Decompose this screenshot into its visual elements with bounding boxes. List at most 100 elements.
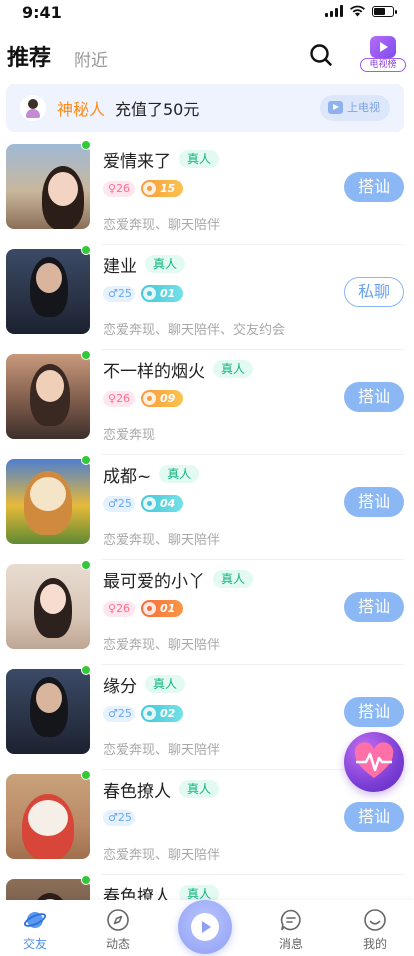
user-badges: ♂25 04 (103, 495, 183, 512)
top-header: 推荐 附近 电视榜 (0, 34, 414, 78)
level-badge: 02 (141, 705, 183, 722)
user-avatar[interactable] (6, 354, 90, 439)
user-age: 26 (116, 181, 131, 195)
user-name-row: 最可爱的小丫 真人 (103, 568, 254, 592)
search-icon[interactable] (308, 42, 334, 68)
tv-icon (370, 36, 396, 58)
user-age: 26 (116, 391, 131, 405)
smile-icon (364, 909, 386, 931)
status-bar: 9:41 (0, 0, 414, 28)
greet-button[interactable]: 搭讪 (344, 802, 404, 832)
go-on-tv-button[interactable]: 上电视 (320, 95, 390, 121)
nav-item-friends[interactable]: 交友 (5, 908, 65, 952)
user-interest-tags: 恋爱奔现、聊天陪伴 (103, 848, 221, 863)
user-list: 爱情来了 真人 ♀26 15 恋爱奔现、聊天陪伴 搭讪 建业 真人 ♂25 01 恋爱奔现、聊天陪伴… (0, 140, 414, 956)
user-avatar[interactable] (6, 144, 90, 229)
male-icon: ♂ (108, 811, 118, 824)
user-list-item[interactable]: 建业 真人 ♂25 01 恋爱奔现、聊天陪伴、交友约会 私聊 (0, 245, 414, 350)
status-time: 9:41 (22, 3, 62, 22)
greet-button[interactable]: 搭讪 (344, 487, 404, 517)
male-age-badge: ♂25 (103, 810, 135, 826)
greet-button[interactable]: 搭讪 (344, 697, 404, 727)
online-indicator (81, 875, 91, 885)
level-value: 09 (160, 392, 176, 405)
user-name: 建业 (103, 256, 137, 277)
user-badges: ♂25 02 (103, 705, 183, 722)
user-age: 25 (117, 286, 132, 300)
user-name: 缘分 (103, 676, 137, 697)
user-name-row: 爱情来了 真人 (103, 148, 220, 172)
private-chat-button[interactable]: 私聊 (344, 277, 404, 307)
tab-recommend[interactable]: 推荐 (7, 40, 51, 72)
user-age: 26 (116, 601, 131, 615)
male-icon: ♂ (108, 496, 118, 510)
user-avatar[interactable] (6, 459, 90, 544)
user-interest-tags: 恋爱奔现、聊天陪伴 (103, 743, 221, 758)
female-icon: ♀ (108, 391, 117, 405)
user-name: 爱情来了 (103, 151, 171, 172)
online-indicator (81, 245, 91, 255)
heart-float-button[interactable] (344, 732, 404, 792)
center-play-button[interactable] (178, 900, 232, 954)
tv-ranking-label: 电视榜 (360, 58, 406, 72)
level-badge: 04 (141, 495, 183, 512)
wifi-icon (350, 5, 365, 17)
user-name: 最可爱的小丫 (103, 571, 205, 592)
level-value: 01 (160, 602, 176, 615)
user-name: 成都~ (103, 466, 152, 487)
online-indicator (81, 350, 91, 360)
verified-real-badge: 真人 (213, 570, 254, 588)
user-badges: ♀26 15 (103, 180, 183, 197)
user-avatar[interactable] (6, 564, 90, 649)
level-value: 15 (160, 182, 176, 195)
greet-button[interactable]: 搭讪 (344, 172, 404, 202)
nav-label-friends: 交友 (22, 937, 47, 951)
female-icon: ♀ (108, 601, 117, 615)
planet-icon (23, 912, 47, 928)
female-age-badge: ♀26 (103, 180, 135, 197)
online-indicator (81, 140, 91, 150)
level-badge: 01 (141, 285, 183, 302)
female-age-badge: ♀26 (103, 390, 135, 407)
level-badge: 01 (141, 600, 183, 617)
greet-button[interactable]: 搭讪 (344, 382, 404, 412)
user-interest-tags: 恋爱奔现、聊天陪伴 (103, 638, 221, 653)
online-indicator (81, 665, 91, 675)
user-avatar[interactable] (6, 249, 90, 334)
male-icon: ♂ (108, 706, 118, 720)
tab-nearby[interactable]: 附近 (74, 46, 108, 71)
user-list-item[interactable]: 春色撩人 真人 ♂25 恋爱奔现、聊天陪伴 搭讪 (0, 770, 414, 875)
user-interest-tags: 恋爱奔现、聊天陪伴 (103, 533, 221, 548)
male-age-badge: ♂25 (103, 705, 135, 722)
user-name: 不一样的烟火 (103, 361, 205, 382)
cellular-signal-icon (325, 5, 343, 17)
user-list-item[interactable]: 爱情来了 真人 ♀26 15 恋爱奔现、聊天陪伴 搭讪 (0, 140, 414, 245)
tv-ranking-button[interactable]: 电视榜 (360, 36, 406, 76)
user-age: 25 (117, 811, 132, 824)
verified-real-badge: 真人 (179, 780, 220, 798)
user-avatar[interactable] (6, 669, 90, 754)
greet-button[interactable]: 搭讪 (344, 592, 404, 622)
tv-icon (328, 101, 343, 114)
recharge-banner[interactable]: 神秘人 充值了50元 上电视 (6, 84, 404, 132)
level-medal-icon (143, 497, 156, 510)
verified-real-badge: 真人 (159, 465, 200, 483)
nav-item-me[interactable]: 我的 (345, 908, 405, 952)
nav-item-messages[interactable]: 消息 (261, 908, 321, 952)
user-list-item[interactable]: 不一样的烟火 真人 ♀26 09 恋爱奔现 搭讪 (0, 350, 414, 455)
status-icons (325, 5, 397, 17)
level-medal-icon (143, 392, 156, 405)
user-list-item[interactable]: 最可爱的小丫 真人 ♀26 01 恋爱奔现、聊天陪伴 搭讪 (0, 560, 414, 665)
user-age: 25 (117, 496, 132, 510)
user-name-row: 不一样的烟火 真人 (103, 358, 254, 382)
user-badges: ♂25 01 (103, 285, 183, 302)
level-value: 01 (160, 287, 176, 300)
message-icon (280, 909, 301, 931)
online-indicator (81, 770, 91, 780)
user-avatar[interactable] (6, 774, 90, 859)
user-badges: ♂25 (103, 810, 135, 826)
user-interest-tags: 恋爱奔现、聊天陪伴 (103, 218, 221, 233)
nav-item-moments[interactable]: 动态 (88, 908, 148, 952)
user-list-item[interactable]: 成都~ 真人 ♂25 04 恋爱奔现、聊天陪伴 搭讪 (0, 455, 414, 560)
level-medal-icon (143, 707, 156, 720)
